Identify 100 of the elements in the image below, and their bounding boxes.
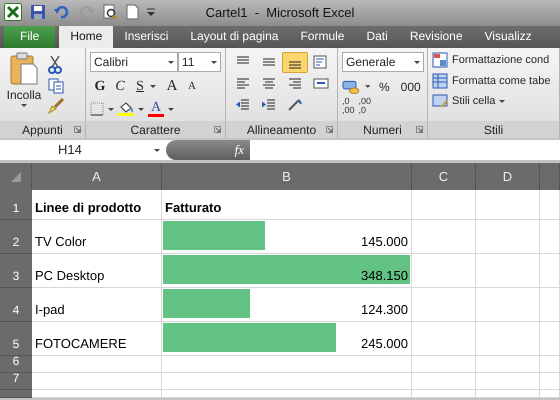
print-preview-icon[interactable] (102, 4, 118, 20)
row-header[interactable]: 2 (0, 220, 32, 254)
thousands-separator-button[interactable]: 000 (398, 76, 424, 97)
save-icon[interactable] (30, 4, 46, 20)
file-tab[interactable]: File (4, 24, 56, 48)
currency-icon[interactable] (342, 78, 361, 94)
font-name-dropdown[interactable]: Calibri (90, 52, 178, 72)
dropdown-caret-icon[interactable] (168, 60, 174, 64)
dropdown-caret-icon[interactable] (414, 60, 420, 64)
empty-cell (540, 322, 560, 356)
table-cell: TV Color (32, 220, 162, 254)
ribbon-tab[interactable]: Inserisci (113, 24, 180, 48)
decrease-decimal-button[interactable]: ,00 ,0 (358, 97, 372, 115)
conditional-format-icon (432, 52, 448, 68)
number-format-dropdown[interactable]: Generale (342, 52, 424, 72)
table-cell-text: 348.150 (361, 266, 408, 284)
new-document-icon[interactable] (126, 4, 139, 20)
dialog-launcher-icon[interactable] (74, 126, 81, 133)
underline-button[interactable]: S (130, 76, 150, 97)
empty-cell (540, 288, 560, 322)
table-cell-text: 245.000 (361, 334, 408, 352)
dialog-launcher-icon[interactable] (326, 126, 333, 133)
text-orientation-icon[interactable] (287, 97, 303, 112)
fill-color-button[interactable] (118, 102, 134, 116)
row-header[interactable]: 6 (0, 356, 32, 373)
name-box[interactable]: H14 (0, 140, 166, 160)
ribbon-group-label: Appunti (22, 123, 63, 137)
undo-icon[interactable] (54, 5, 70, 19)
ribbon-tab[interactable]: Home (59, 24, 114, 48)
column-header[interactable]: B (162, 163, 412, 190)
increase-indent-icon[interactable] (261, 97, 277, 112)
ribbon-tab[interactable]: Dati (355, 24, 399, 48)
corner-triangle-icon (10, 172, 20, 182)
grow-font-button[interactable]: A (162, 76, 182, 97)
dropdown-caret-icon[interactable] (150, 85, 156, 88)
italic-button[interactable]: C (110, 76, 130, 97)
ribbon-tab[interactable]: Layout di pagina (179, 24, 290, 48)
empty-cell (476, 254, 540, 288)
ribbon-group-label: Allineamento (246, 123, 316, 137)
dialog-launcher-icon[interactable] (214, 126, 221, 133)
wrap-text-icon[interactable] (313, 55, 329, 70)
scissors-icon[interactable] (48, 56, 62, 74)
row-header[interactable]: 5 (0, 322, 32, 356)
conditional-formatting-button[interactable]: Formattazione cond (432, 52, 555, 68)
column-header[interactable]: C (412, 163, 476, 190)
empty-cell (476, 220, 540, 254)
font-size-value: 11 (182, 54, 194, 71)
dropdown-caret-icon[interactable] (211, 60, 217, 64)
dropdown-caret-icon[interactable] (168, 108, 174, 110)
dialog-launcher-icon[interactable] (416, 126, 423, 133)
dropdown-caret-icon[interactable] (154, 148, 160, 152)
column-header[interactable]: D (476, 163, 540, 190)
format-as-table-button[interactable]: Formatta come tabe (432, 72, 555, 89)
dropdown-caret-icon[interactable] (138, 108, 144, 110)
clipboard-icon (10, 52, 38, 86)
ribbon-group-label: Carattere (130, 123, 181, 137)
table-cell: PC Desktop (32, 254, 162, 288)
empty-cell (476, 190, 540, 220)
row-header[interactable]: 1 (0, 190, 32, 220)
font-color-button[interactable]: A (148, 101, 164, 117)
increase-decimal-button[interactable]: ,0 ,00 (342, 97, 355, 115)
empty-cell (540, 220, 560, 254)
insert-function-button[interactable]: fx (234, 140, 244, 160)
ribbon-tab[interactable]: Revisione (398, 24, 474, 48)
empty-cell (476, 322, 540, 356)
window-title: Cartel1 - Microsoft Excel (206, 4, 354, 22)
merge-cells-icon[interactable] (313, 76, 329, 91)
dropdown-caret-icon[interactable] (499, 100, 506, 103)
align-left-icon[interactable] (235, 76, 251, 91)
table-cell: I-pad (32, 288, 162, 322)
shrink-font-button[interactable]: A (182, 76, 202, 97)
paste-button[interactable]: Incolla (4, 52, 44, 121)
dropdown-caret-icon[interactable] (21, 104, 27, 107)
decrease-indent-icon[interactable] (235, 97, 251, 112)
font-size-dropdown[interactable]: 11 (178, 52, 221, 72)
column-header[interactable]: A (32, 163, 162, 190)
spreadsheet-app-icon[interactable] (4, 3, 22, 21)
cell-styles-button[interactable]: Stili cella (432, 93, 555, 110)
copy-icon[interactable] (48, 78, 66, 94)
ribbon-tab[interactable]: Formule (289, 24, 356, 48)
empty-cell (476, 288, 540, 322)
percent-button[interactable]: % (374, 76, 394, 97)
empty-cell (412, 190, 476, 220)
ribbon-tab[interactable]: Visualizz (474, 24, 543, 48)
empty-cell (412, 373, 476, 390)
table-cell: FOTOCAMERE (32, 322, 162, 356)
row-header[interactable]: 4 (0, 288, 32, 322)
row-header[interactable]: 7 (0, 373, 32, 390)
row-header[interactable]: 3 (0, 254, 32, 288)
bold-button[interactable]: G (90, 76, 110, 97)
table-header-cell: Linee di prodotto (32, 190, 162, 220)
empty-cell (540, 356, 560, 373)
dropdown-caret-icon[interactable] (364, 85, 370, 88)
borders-icon[interactable] (90, 102, 104, 116)
align-right-icon[interactable] (287, 76, 303, 91)
align-center-icon[interactable] (261, 76, 277, 91)
dropdown-caret-icon[interactable] (108, 108, 114, 110)
customize-toolbar-icon[interactable] (147, 8, 155, 16)
paintbrush-icon[interactable] (48, 98, 66, 114)
select-all-corner[interactable] (0, 163, 32, 190)
